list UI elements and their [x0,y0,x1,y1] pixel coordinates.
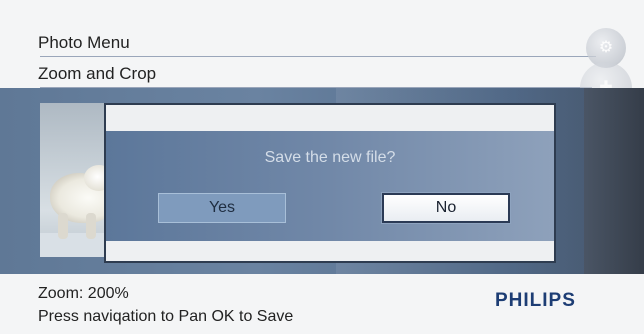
dialog-header-bar [106,105,554,131]
snow-ground [40,233,106,257]
dialog-message: Save the new file? [264,149,396,166]
dialog-body [106,131,554,241]
menu-divider [40,56,596,57]
no-button[interactable]: No [382,193,510,223]
menu-title[interactable]: Photo Menu [38,33,130,53]
navigation-hint: Press naviqation to Pan OK to Save [38,308,294,325]
polar-bear-head [84,165,106,191]
yes-button[interactable]: Yes [158,193,286,223]
dialog-footer-bar [106,241,554,261]
photo-frame-screen: Photo Menu Zoom and Crop ⚙ ✚ ▤ Save the … [0,0,644,334]
philips-logo: PHILIPS [495,290,576,311]
side-panel [584,88,644,274]
zoom-level: Zoom: 200% [38,285,129,302]
polar-bear-leg [86,213,96,239]
polar-bear-leg [58,213,68,239]
photo-preview [40,103,106,257]
photo-settings-icon: ⚙ [598,39,614,56]
save-dialog: Save the new file? Yes No [104,103,556,263]
submenu-title[interactable]: Zoom and Crop [38,64,156,84]
